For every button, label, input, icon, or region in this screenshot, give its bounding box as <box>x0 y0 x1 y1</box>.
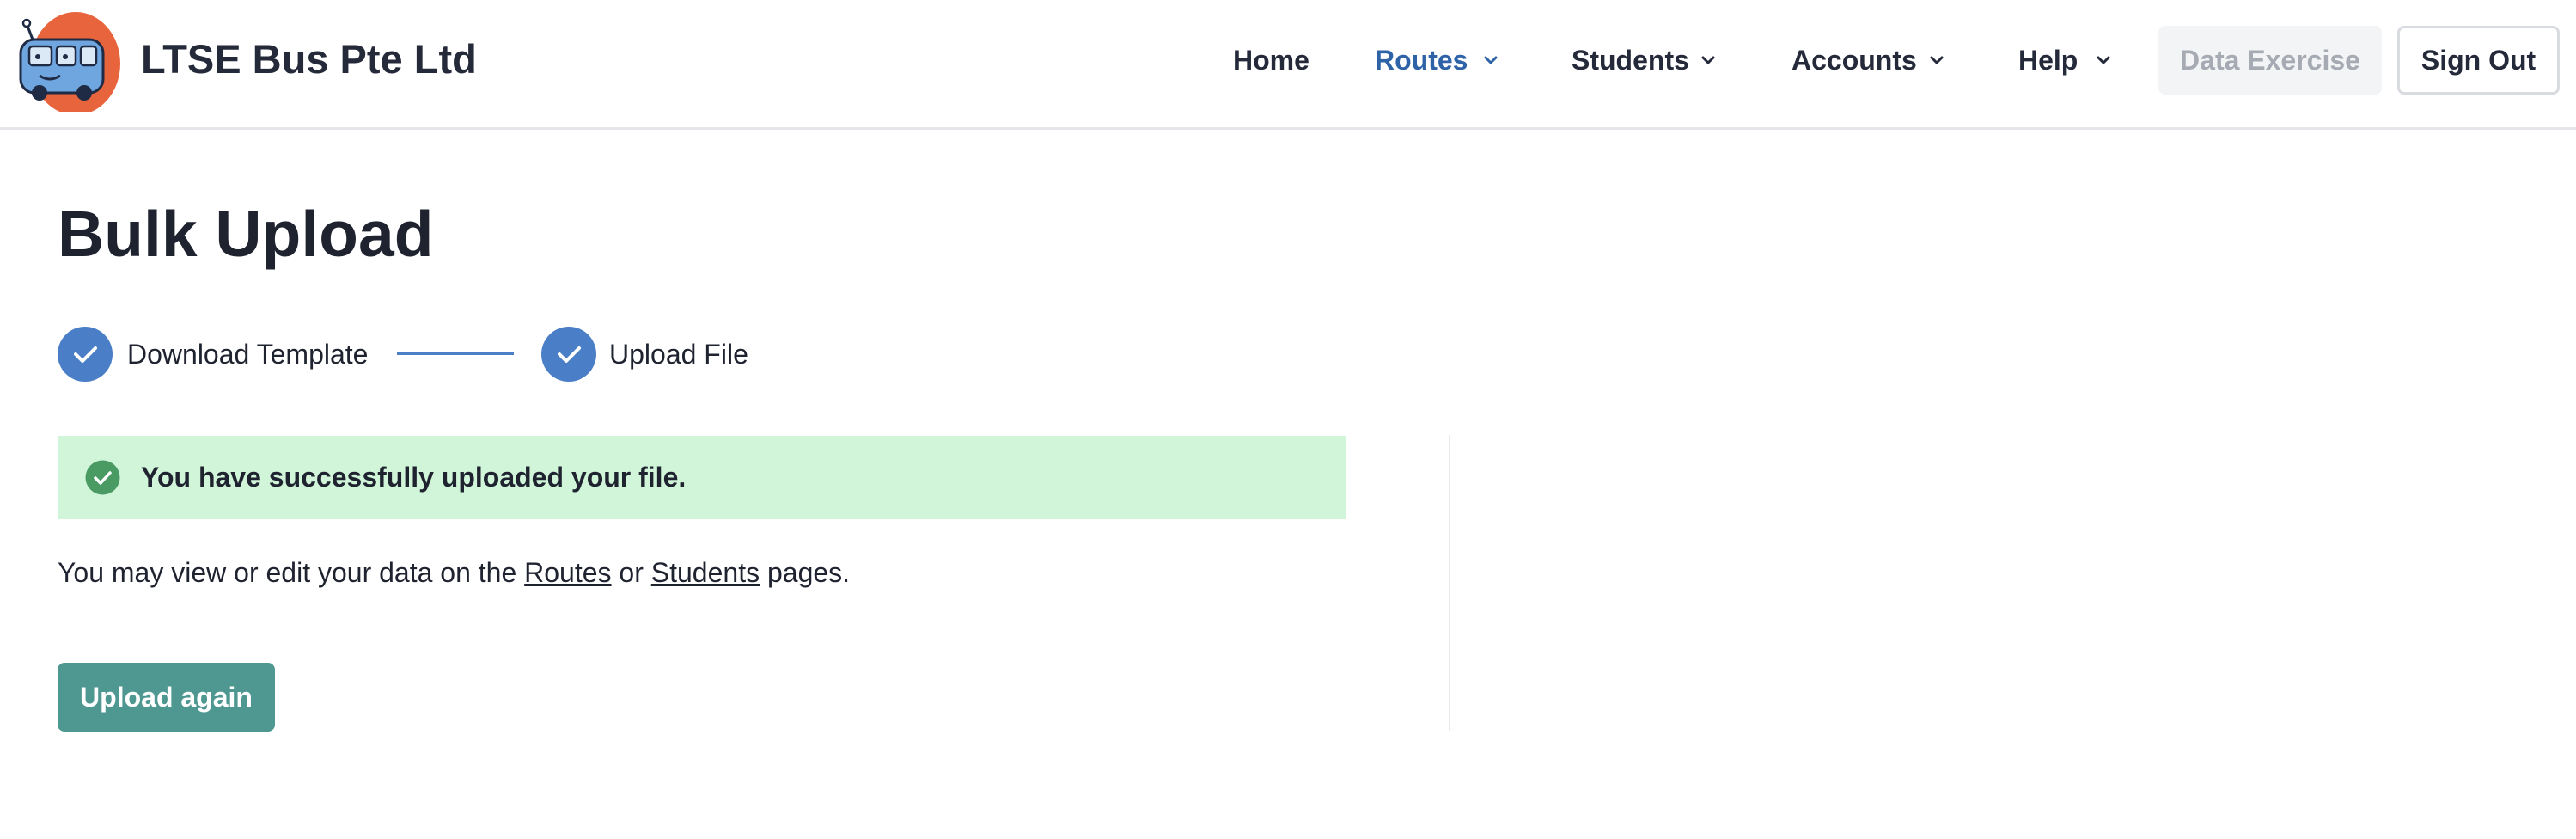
brand-name[interactable]: LTSE Bus Pte Ltd <box>141 31 477 88</box>
step-upload-file-label: Upload File <box>609 339 748 370</box>
check-icon <box>74 346 97 363</box>
success-message: You have successfully uploaded your file… <box>141 462 687 493</box>
info-suffix: pages. <box>760 557 851 588</box>
nav-help[interactable]: Help <box>2018 38 2115 83</box>
info-prefix: You may view or edit your data on the <box>58 557 525 588</box>
chevron-down-icon <box>2097 56 2110 64</box>
students-link[interactable]: Students <box>651 557 760 588</box>
check-circle-icon <box>85 460 120 495</box>
chevron-down-icon <box>1484 56 1498 64</box>
nav-home[interactable]: Home <box>1233 38 1309 83</box>
nav-accounts[interactable]: Accounts <box>1792 38 1951 83</box>
nav-students-label: Students <box>1572 45 1689 76</box>
nav-routes[interactable]: Routes <box>1375 38 1502 83</box>
sign-out-button[interactable]: Sign Out <box>2397 26 2560 95</box>
upload-again-button[interactable]: Upload again <box>58 663 275 732</box>
routes-link[interactable]: Routes <box>524 557 611 588</box>
step-complete-icon <box>58 327 113 382</box>
chevron-down-icon <box>1701 56 1715 64</box>
info-middle: or <box>611 557 651 588</box>
check-icon <box>558 346 581 363</box>
nav-students[interactable]: Students <box>1572 38 1723 83</box>
top-navbar: LTSE Bus Pte Ltd Home Routes Students Ac… <box>0 0 2576 130</box>
page-title: Bulk Upload <box>58 198 434 270</box>
nav-help-label: Help <box>2018 45 2079 76</box>
nav-home-label: Home <box>1233 45 1309 76</box>
info-text: You may view or edit your data on the Ro… <box>58 554 850 591</box>
success-alert: You have successfully uploaded your file… <box>58 436 1346 519</box>
vertical-divider <box>1449 435 1450 731</box>
data-exercise-button[interactable]: Data Exercise <box>2158 26 2382 95</box>
nav-routes-label: Routes <box>1375 45 1468 76</box>
step-download-template-label: Download Template <box>127 339 369 370</box>
step-complete-icon <box>541 327 596 382</box>
bus-logo-icon[interactable] <box>15 7 120 115</box>
step-connector <box>397 352 514 355</box>
chevron-down-icon <box>1930 56 1944 64</box>
nav-accounts-label: Accounts <box>1792 45 1917 76</box>
